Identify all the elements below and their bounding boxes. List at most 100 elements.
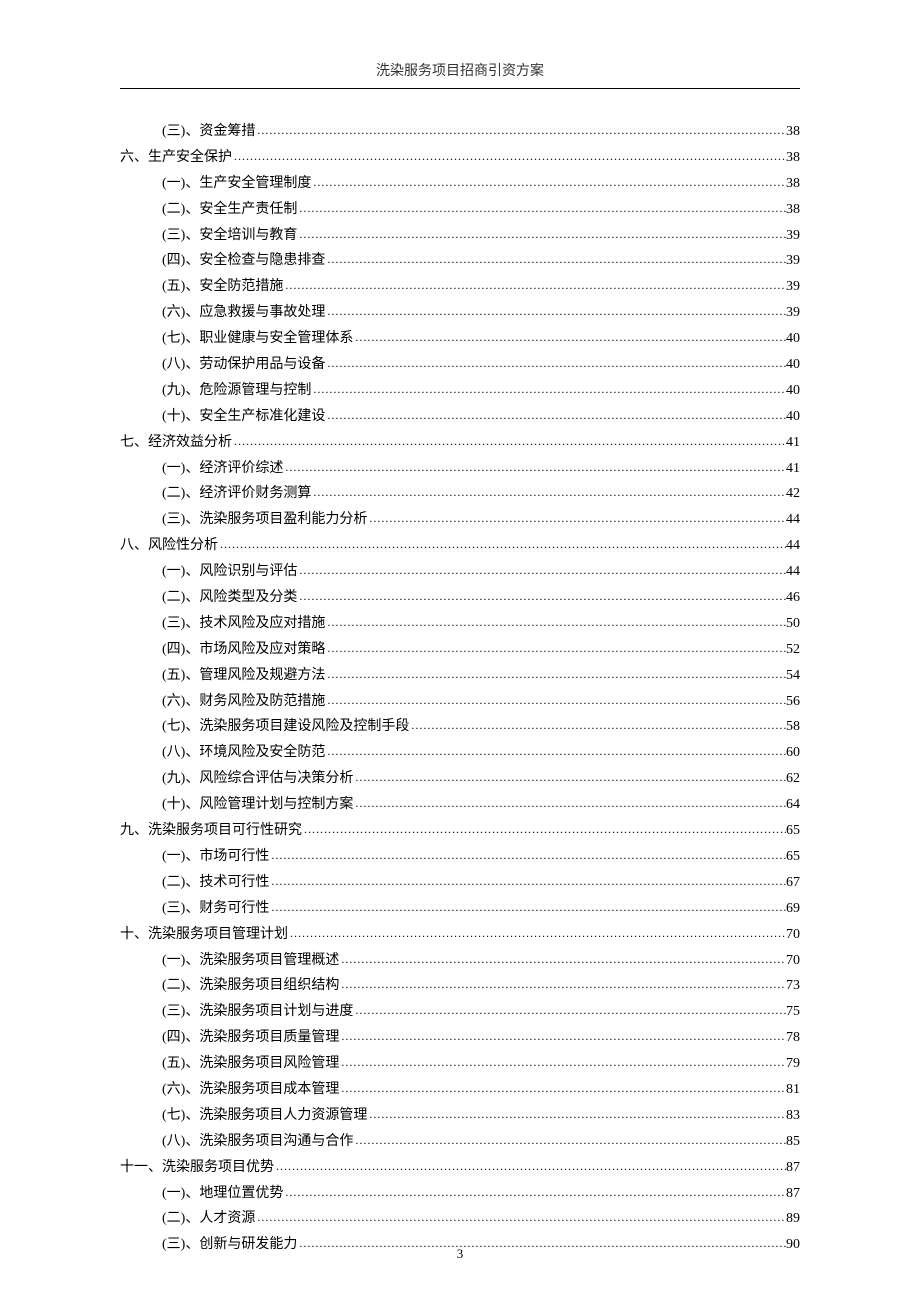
toc-entry[interactable]: (二)、风险类型及分类 46 [120, 585, 800, 611]
toc-entry-label: (七)、洗染服务项目建设风险及控制手段 [162, 714, 409, 740]
toc-entry[interactable]: (三)、财务可行性69 [120, 896, 800, 922]
toc-entry[interactable]: (一)、生产安全管理制度38 [120, 171, 800, 197]
toc-entry-label: 十一、洗染服务项目优势 [120, 1155, 274, 1181]
toc-entry-label: 七、经济效益分析 [120, 430, 232, 456]
toc-entry[interactable]: (七)、洗染服务项目人力资源管理83 [120, 1103, 800, 1129]
toc-leader-dots [325, 637, 786, 659]
toc-entry-page: 67 [786, 870, 800, 896]
toc-entry[interactable]: (六)、财务风险及防范措施56 [120, 689, 800, 715]
toc-entry[interactable]: (三)、资金筹措 38 [120, 119, 800, 145]
toc-entry[interactable]: (二)、技术可行性 67 [120, 870, 800, 896]
toc-entry[interactable]: (八)、环境风险及安全防范60 [120, 740, 800, 766]
toc-entry-page: 89 [786, 1206, 800, 1232]
toc-leader-dots [283, 456, 786, 478]
toc-entry-page: 44 [786, 507, 800, 533]
toc-leader-dots [339, 948, 786, 970]
toc-entry-page: 39 [786, 274, 800, 300]
toc-entry-page: 41 [786, 430, 800, 456]
toc-entry-label: (四)、市场风险及应对策略 [162, 637, 325, 663]
toc-leader-dots [353, 326, 786, 348]
toc-entry-page: 40 [786, 378, 800, 404]
toc-entry[interactable]: (一)、风险识别与评估44 [120, 559, 800, 585]
toc-entry[interactable]: (八)、劳动保护用品与设备40 [120, 352, 800, 378]
toc-leader-dots [274, 1155, 786, 1177]
toc-leader-dots [297, 585, 786, 607]
toc-entry-label: 九、洗染服务项目可行性研究 [120, 818, 302, 844]
toc-entry[interactable]: 六、生产安全保护38 [120, 145, 800, 171]
toc-entry-page: 62 [786, 766, 800, 792]
toc-entry-label: (八)、洗染服务项目沟通与合作 [162, 1129, 353, 1155]
toc-leader-dots [283, 274, 786, 296]
header-divider [120, 88, 800, 89]
toc-entry-page: 60 [786, 740, 800, 766]
toc-leader-dots [288, 922, 786, 944]
toc-leader-dots [353, 766, 786, 788]
toc-entry-label: (三)、资金筹措 [162, 119, 255, 145]
toc-entry[interactable]: (一)、市场可行性65 [120, 844, 800, 870]
toc-entry-label: (三)、技术风险及应对措施 [162, 611, 325, 637]
toc-entry[interactable]: (三)、安全培训与教育39 [120, 223, 800, 249]
toc-entry[interactable]: (六)、洗染服务项目成本管理81 [120, 1077, 800, 1103]
toc-entry-page: 85 [786, 1129, 800, 1155]
toc-entry-page: 65 [786, 818, 800, 844]
toc-leader-dots [297, 197, 786, 219]
toc-entry[interactable]: 九、洗染服务项目可行性研究 65 [120, 818, 800, 844]
toc-entry[interactable]: (四)、洗染服务项目质量管理78 [120, 1025, 800, 1051]
toc-leader-dots [367, 1103, 786, 1125]
toc-entry-page: 70 [786, 922, 800, 948]
toc-entry[interactable]: (三)、技术风险及应对措施50 [120, 611, 800, 637]
toc-entry-label: (七)、职业健康与安全管理体系 [162, 326, 353, 352]
toc-entry[interactable]: (二)、人才资源89 [120, 1206, 800, 1232]
toc-entry[interactable]: (一)、经济评价综述41 [120, 456, 800, 482]
toc-entry[interactable]: (二)、洗染服务项目组织结构73 [120, 973, 800, 999]
toc-entry[interactable]: (九)、风险综合评估与决策分析62 [120, 766, 800, 792]
toc-entry[interactable]: (四)、市场风险及应对策略52 [120, 637, 800, 663]
toc-entry[interactable]: 十、洗染服务项目管理计划70 [120, 922, 800, 948]
toc-entry-label: (二)、风险类型及分类 [162, 585, 297, 611]
toc-leader-dots [353, 792, 786, 814]
toc-entry[interactable]: (四)、安全检查与隐患排查39 [120, 248, 800, 274]
toc-entry[interactable]: (二)、经济评价财务测算 42 [120, 481, 800, 507]
toc-entry-page: 46 [786, 585, 800, 611]
toc-entry-label: (六)、应急救援与事故处理 [162, 300, 325, 326]
toc-entry[interactable]: (五)、洗染服务项目风险管理79 [120, 1051, 800, 1077]
toc-entry[interactable]: 七、经济效益分析 41 [120, 430, 800, 456]
toc-entry[interactable]: (二)、安全生产责任制38 [120, 197, 800, 223]
toc-entry-page: 42 [786, 481, 800, 507]
toc-entry-page: 38 [786, 119, 800, 145]
toc-leader-dots [409, 714, 786, 736]
toc-leader-dots [325, 689, 786, 711]
toc-entry[interactable]: (十)、安全生产标准化建设40 [120, 404, 800, 430]
toc-entry-label: (三)、财务可行性 [162, 896, 269, 922]
page-number: 3 [0, 1246, 920, 1262]
toc-leader-dots [325, 352, 786, 374]
toc-entry[interactable]: (六)、应急救援与事故处理39 [120, 300, 800, 326]
toc-entry-page: 38 [786, 197, 800, 223]
toc-entry[interactable]: (五)、安全防范措施39 [120, 274, 800, 300]
toc-entry-label: (一)、生产安全管理制度 [162, 171, 311, 197]
toc-entry-page: 58 [786, 714, 800, 740]
toc-entry-label: 六、生产安全保护 [120, 145, 232, 171]
toc-entry[interactable]: (一)、洗染服务项目管理概述70 [120, 948, 800, 974]
toc-entry[interactable]: (七)、洗染服务项目建设风险及控制手段 58 [120, 714, 800, 740]
toc-entry[interactable]: (七)、职业健康与安全管理体系40 [120, 326, 800, 352]
toc-entry-page: 75 [786, 999, 800, 1025]
toc-entry[interactable]: 八、风险性分析44 [120, 533, 800, 559]
toc-entry[interactable]: (三)、洗染服务项目盈利能力分析 44 [120, 507, 800, 533]
toc-entry-label: (二)、技术可行性 [162, 870, 269, 896]
toc-entry[interactable]: 十一、洗染服务项目优势87 [120, 1155, 800, 1181]
toc-entry-page: 44 [786, 559, 800, 585]
toc-leader-dots [325, 404, 786, 426]
toc-entry[interactable]: (三)、洗染服务项目计划与进度75 [120, 999, 800, 1025]
toc-entry[interactable]: (五)、管理风险及规避方法54 [120, 663, 800, 689]
toc-entry-label: (二)、经济评价财务测算 [162, 481, 311, 507]
toc-entry[interactable]: (八)、洗染服务项目沟通与合作 85 [120, 1129, 800, 1155]
toc-entry-label: (六)、财务风险及防范措施 [162, 689, 325, 715]
toc-entry[interactable]: (一)、地理位置优势87 [120, 1181, 800, 1207]
toc-entry-label: (四)、洗染服务项目质量管理 [162, 1025, 339, 1051]
toc-entry[interactable]: (九)、危险源管理与控制40 [120, 378, 800, 404]
toc-entry-page: 39 [786, 248, 800, 274]
toc-entry-label: (十)、风险管理计划与控制方案 [162, 792, 353, 818]
toc-entry-label: (三)、洗染服务项目盈利能力分析 [162, 507, 367, 533]
toc-entry[interactable]: (十)、风险管理计划与控制方案64 [120, 792, 800, 818]
